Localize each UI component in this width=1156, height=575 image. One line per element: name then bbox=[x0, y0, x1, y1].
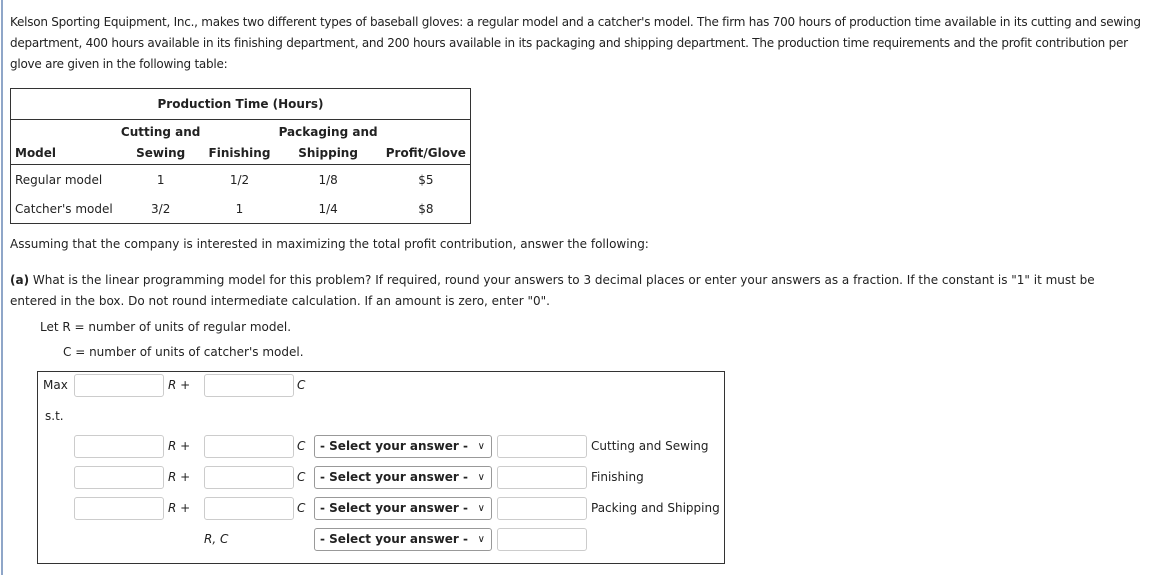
let-c: C = number of units of catcher's model. bbox=[63, 345, 304, 359]
constraint-rhs-input[interactable] bbox=[497, 497, 587, 520]
max-label: Max bbox=[43, 378, 68, 392]
r-plus: R + bbox=[168, 378, 191, 392]
chevron-down-icon: ∨ bbox=[477, 503, 485, 514]
constraint-sign-select[interactable]: - Select your answer - ∨ bbox=[314, 466, 492, 489]
constraint-label: Finishing bbox=[591, 470, 644, 484]
constraint-r-coef-input[interactable] bbox=[74, 466, 164, 489]
objective-r-coef-input[interactable] bbox=[74, 374, 164, 397]
nonnegativity-sign-select[interactable]: - Select your answer - ∨ bbox=[314, 528, 492, 551]
constraint-c-coef-input[interactable] bbox=[204, 435, 294, 458]
r-plus: R + bbox=[168, 470, 191, 484]
objective-c-coef-input[interactable] bbox=[204, 374, 294, 397]
c-var: C bbox=[297, 378, 306, 392]
constraint-rhs-input[interactable] bbox=[497, 435, 587, 458]
left-border bbox=[1, 0, 3, 575]
col-model: Model bbox=[10, 119, 117, 165]
let-r: Let R = number of units of regular model… bbox=[40, 320, 292, 334]
col-finishing: Finishing bbox=[204, 119, 275, 165]
constraint-label: Cutting and Sewing bbox=[591, 439, 709, 453]
col-cutting: Cutting and Sewing bbox=[116, 119, 205, 165]
constraint-r-coef-input[interactable] bbox=[74, 435, 164, 458]
chevron-down-icon: ∨ bbox=[477, 441, 485, 452]
constraint-c-coef-input[interactable] bbox=[204, 466, 294, 489]
nonnegativity-rhs-input[interactable] bbox=[497, 528, 587, 551]
constraint-sign-select[interactable]: - Select your answer - ∨ bbox=[314, 435, 492, 458]
r-plus: R + bbox=[168, 439, 191, 453]
part-a-question: (a) What is the linear programming model… bbox=[10, 273, 1095, 308]
c-var: C bbox=[297, 501, 306, 515]
group-header: Production Time (Hours) bbox=[10, 88, 471, 120]
chevron-down-icon: ∨ bbox=[477, 534, 485, 545]
constraint-sign-select[interactable]: - Select your answer - ∨ bbox=[314, 497, 492, 520]
c-var: C bbox=[297, 470, 306, 484]
constraint-rhs-input[interactable] bbox=[497, 466, 587, 489]
production-table: Production Time (Hours) Model Cutting an… bbox=[10, 88, 471, 224]
constraint-c-coef-input[interactable] bbox=[204, 497, 294, 520]
col-profit: Profit/Glove bbox=[381, 119, 471, 165]
table-row: Regular model 1 1/2 1/8 $5 bbox=[15, 172, 434, 187]
constraint-r-coef-input[interactable] bbox=[74, 497, 164, 520]
problem-intro: Kelson Sporting Equipment, Inc., makes t… bbox=[10, 15, 1141, 71]
c-var: C bbox=[297, 439, 306, 453]
constraint-label: Packing and Shipping bbox=[591, 501, 720, 515]
assuming-text: Assuming that the company is interested … bbox=[10, 237, 649, 251]
st-label: s.t. bbox=[45, 409, 64, 423]
chevron-down-icon: ∨ bbox=[477, 472, 485, 483]
col-packaging: Packaging and Shipping bbox=[274, 119, 382, 165]
table-row: Catcher's model 3/2 1 1/4 $8 bbox=[15, 201, 434, 216]
nonnegativity-vars: R, C bbox=[204, 532, 229, 546]
r-plus: R + bbox=[168, 501, 191, 515]
